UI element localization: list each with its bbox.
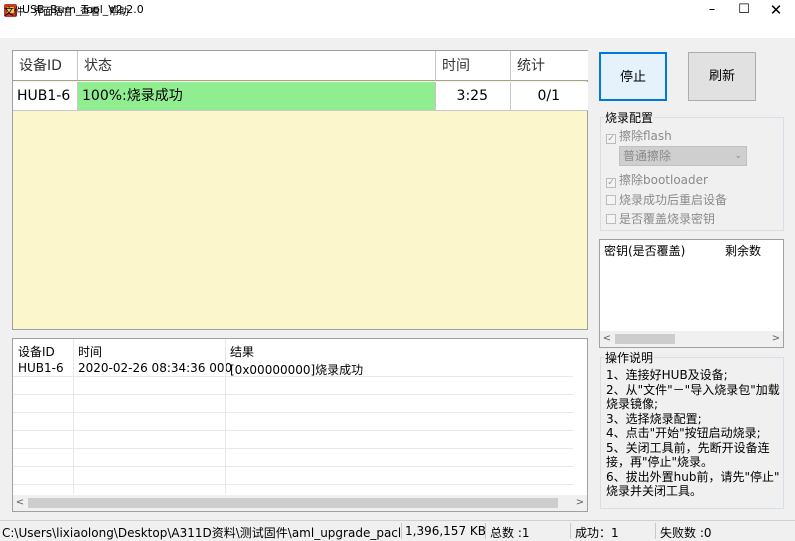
instruction-line: 3、选择烧录配置; bbox=[606, 411, 702, 426]
scroll-left-icon[interactable]: < bbox=[600, 331, 614, 347]
log-column-divider bbox=[73, 339, 74, 494]
chevron-down-icon: ⌄ bbox=[734, 151, 742, 161]
instruction-line: 6、拔出外置hub前，请先"停止" bbox=[606, 469, 780, 484]
overwrite-key-checkbox[interactable]: 是否覆盖烧录密钥 bbox=[606, 210, 715, 227]
log-header-device-id[interactable]: 设备ID bbox=[18, 343, 55, 360]
erase-flash-checkbox[interactable]: ✓ 擦除flash bbox=[606, 127, 672, 144]
status-bar: C:\Users\lixiaolong\Desktop\A311D资料\测试固件… bbox=[0, 520, 795, 540]
log-cell-time[interactable]: 2020-02-26 08:34:36 000 bbox=[78, 361, 232, 375]
status-total: 总数 :1 bbox=[490, 526, 530, 540]
instruction-line: 烧录镜像; bbox=[606, 397, 659, 411]
grid-header-stats[interactable]: 统计 bbox=[511, 51, 588, 81]
instruction-line: 烧录并关闭工具。 bbox=[606, 484, 703, 498]
grid-cell-time[interactable]: 3:25 bbox=[436, 82, 511, 111]
instruction-line: 2、从"文件"－"导入烧录包"加载 bbox=[606, 382, 780, 397]
log-row-divider bbox=[13, 466, 573, 467]
reboot-after-checkbox[interactable]: 烧录成功后重启设备 bbox=[606, 191, 727, 208]
log-row-divider bbox=[13, 484, 573, 485]
checkbox-unchecked-icon bbox=[606, 214, 616, 224]
stop-button[interactable]: 停止 bbox=[599, 52, 667, 101]
log-cell-device-id[interactable]: HUB1-6 bbox=[18, 361, 64, 375]
grid-cell-device-id[interactable]: HUB1-6 bbox=[13, 82, 78, 111]
menu-bar bbox=[0, 20, 795, 38]
grid-header-status[interactable]: 状态 bbox=[78, 51, 436, 81]
key-list[interactable]: 密钥(是否覆盖) 剩余数 < > bbox=[599, 239, 784, 348]
erase-bootloader-checkbox[interactable]: ✓ 擦除bootloader bbox=[606, 171, 708, 188]
log-column-divider bbox=[225, 339, 226, 494]
scroll-left-icon[interactable]: < bbox=[13, 495, 27, 511]
log-header-time[interactable]: 时间 bbox=[78, 343, 102, 360]
erase-mode-select[interactable]: 普通擦除 ⌄ bbox=[619, 146, 747, 166]
log-row-divider bbox=[13, 412, 573, 413]
key-horizontal-scrollbar[interactable]: < > bbox=[600, 331, 783, 347]
refresh-button[interactable]: 刷新 bbox=[688, 52, 756, 101]
key-header-key[interactable]: 密钥(是否覆盖) bbox=[604, 242, 685, 259]
instruction-line: 4、点击"开始"按钮启动烧录; bbox=[606, 426, 761, 440]
menu-file[interactable]: 文件 bbox=[4, 3, 24, 18]
status-divider bbox=[655, 523, 656, 539]
instruction-line: 1、连接好HUB及设备; bbox=[606, 368, 728, 382]
status-fail: 失败数 :0 bbox=[660, 526, 712, 540]
grid-header-device-id[interactable]: 设备ID bbox=[13, 51, 78, 81]
checkbox-unchecked-icon bbox=[606, 195, 616, 205]
menu-help[interactable]: 帮助 bbox=[109, 3, 129, 18]
instruction-line: 5、关闭工具前，先断开设备连 bbox=[606, 440, 770, 455]
log-row-divider bbox=[13, 394, 573, 395]
status-divider bbox=[570, 523, 571, 539]
log-header-result[interactable]: 结果 bbox=[230, 343, 254, 360]
status-package-size: 1,396,157 KB bbox=[405, 524, 486, 538]
status-divider bbox=[401, 523, 402, 539]
grid-cell-status[interactable]: 100%:烧录成功 bbox=[78, 82, 436, 111]
key-header-remaining[interactable]: 剩余数 bbox=[725, 242, 761, 259]
burn-config-title: 烧录配置 bbox=[604, 109, 655, 126]
status-text: 100%:烧录成功 bbox=[82, 88, 183, 104]
maximize-button[interactable]: ☐ bbox=[729, 0, 759, 20]
menu-view[interactable]: 查看 bbox=[80, 3, 100, 18]
minimize-button[interactable]: – bbox=[697, 0, 727, 20]
scrollbar-thumb[interactable] bbox=[615, 334, 675, 344]
close-button[interactable]: ✕ bbox=[761, 0, 791, 20]
scroll-right-icon[interactable]: > bbox=[769, 331, 783, 347]
grid-cell-stats[interactable]: 0/1 bbox=[511, 82, 588, 111]
scrollbar-thumb[interactable] bbox=[28, 498, 558, 508]
scroll-right-icon[interactable]: > bbox=[573, 495, 587, 511]
instructions-text: 1、连接好HUB及设备; 2、从"文件"－"导入烧录包"加载 烧录镜像; 3、选… bbox=[606, 368, 784, 499]
log-list[interactable]: 设备ID 时间 结果 HUB1-6 2020-02-26 08:34:36 00… bbox=[12, 338, 588, 512]
grid-header-time[interactable]: 时间 bbox=[436, 51, 511, 81]
menu-language[interactable]: 界面语言 bbox=[33, 3, 73, 18]
device-grid[interactable]: 设备ID 状态 时间 统计 HUB1-6 100%:烧录成功 3:25 0/1 bbox=[12, 50, 588, 330]
log-row-divider bbox=[13, 448, 573, 449]
status-package-path: C:\Users\lixiaolong\Desktop\A311D资料\测试固件… bbox=[2, 526, 400, 540]
instruction-line: 接，再"停止"烧录。 bbox=[606, 455, 714, 469]
log-row-divider bbox=[13, 376, 573, 377]
instructions-title: 操作说明 bbox=[604, 349, 655, 366]
status-success: 成功：1 bbox=[575, 526, 619, 540]
status-divider bbox=[485, 523, 486, 539]
checkbox-checked-icon: ✓ bbox=[606, 134, 616, 144]
checkbox-checked-icon: ✓ bbox=[606, 178, 616, 188]
log-row-divider bbox=[13, 430, 573, 431]
log-horizontal-scrollbar[interactable]: < > bbox=[13, 495, 587, 511]
